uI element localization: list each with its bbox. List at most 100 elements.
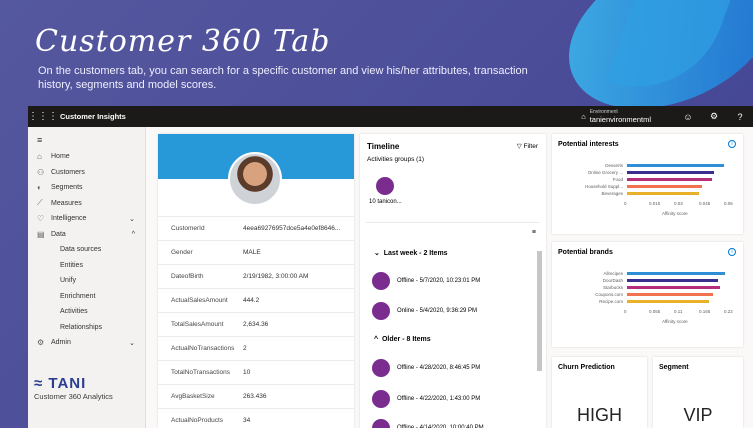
bar-label: Beverages [601,191,623,196]
tick-label: 0.165 [699,309,711,314]
segments-icon: ◐ [37,183,42,193]
avatar [228,152,282,206]
filter-button[interactable]: ▽ Filter [517,142,538,151]
smiley-icon[interactable]: ☺ [675,112,701,122]
sidebar-item-home[interactable]: ⌂ Home [28,149,145,165]
main-content: CustomerId 4eea69276957dce5a4e0ef8646... G… [146,127,753,428]
potential-interests-card: Potential interests i Desserts Online Gro… [552,134,743,234]
axis-label: Affinity score [662,211,688,216]
timeline-scrollbar[interactable] [537,251,542,371]
sidebar-item-data[interactable]: ▤ Data ^ [28,227,145,243]
gear-icon[interactable]: ⚙ [701,111,727,122]
attribute-row: Gender MALE [158,240,354,264]
attribute-key: ActualNoTransactions [171,345,235,352]
waffle-icon[interactable]: ⋮⋮⋮ [28,111,58,122]
timeline-item-label: Offline - 4/22/2020, 1:43:00 PM [397,396,481,402]
section-last-week[interactable]: ⌄ Last week - 2 Items [374,249,448,257]
bar [627,293,714,296]
sort-icon[interactable]: ≡ [532,229,536,236]
home-icon: ⌂ [37,152,42,162]
bar-label: Food [612,177,623,182]
timeline-item[interactable]: Offline - 5/7/2020, 10:23:01 PM [372,272,480,290]
tick-label: 0.22 [724,309,733,314]
attribute-row: TotalNoTransactions 10 [158,360,354,384]
timeline-item[interactable]: Online - 5/4/2020, 9:36:29 PM [372,302,477,320]
app-window: ⋮⋮⋮ Customer Insights ⌂ Environment tanie… [28,106,753,428]
help-icon[interactable]: ? [727,112,753,122]
sidebar-item-intelligence[interactable]: ♡ Intelligence ⌄ [28,211,145,227]
timeline-item[interactable]: Offline - 4/14/2020, 10:00:40 PM [372,419,484,428]
bar [627,286,721,289]
activity-icon [372,419,390,428]
attribute-key: Gender [171,249,193,256]
activity-group-label: 10 tanicon... [369,199,402,205]
bar [627,164,724,167]
sidebar-subitem-label: Enrichment [60,292,96,300]
attribute-row: DateofBirth 2/19/1982, 3:00:00 AM [158,264,354,288]
attribute-value: 34 [243,417,251,424]
sidebar-item-segments[interactable]: ◐ Segments [28,180,145,196]
attribute-key: ActualSalesAmount [171,297,228,304]
sidebar-subitem[interactable]: Entities [28,258,145,274]
chevron-up-icon: ^ [131,230,135,238]
section-older[interactable]: ^ Older - 8 Items [374,336,431,343]
sidebar-subitem[interactable]: Enrichment [28,289,145,305]
timeline-item-label: Offline - 5/7/2020, 10:23:01 PM [397,278,481,284]
hero-subtitle: On the customers tab, you can search for… [38,65,528,91]
timeline-item[interactable]: Offline - 4/28/2020, 8:46:45 PM [372,359,480,377]
churn-value: HIGH [577,405,622,425]
people-icon: ⚇ [37,167,45,177]
timeline-card: Timeline ▽ Filter Activities groups (1) 1… [360,134,546,428]
bulb-icon: ♡ [37,214,45,224]
brands-title: Potential brands [558,249,613,256]
bar [627,272,725,275]
sidebar-subitem-label: Activities [60,308,88,316]
hamburger-icon[interactable]: ≡ [28,127,145,149]
environment-icon: ⌂ [581,112,586,121]
segment-title: Segment [659,364,689,371]
sidebar-subitem-label: Data sources [60,246,102,254]
bar-label: Recipe.com [599,299,623,304]
sidebar-subitem[interactable]: Relationships [28,320,145,336]
attribute-value: 263.436 [243,393,267,400]
tick-label: 0.11 [674,309,683,314]
activity-group-icon[interactable] [376,177,394,195]
info-icon[interactable]: i [728,140,736,148]
attribute-value: 4eea69276957dce5a4e0ef8646... [243,225,341,232]
segment-card: Segment VIP [653,357,743,428]
sidebar-item-measures[interactable]: ⟋ Measures [28,196,145,212]
logo-tagline: Customer 360 Analytics [34,392,113,401]
sidebar-subitem[interactable]: Activities [28,304,145,320]
bar [627,178,712,181]
sidebar-item-label: Segments [51,184,83,192]
sidebar-item-label: Admin [51,339,71,347]
sidebar-item-label: Intelligence [51,215,87,223]
attribute-row: AvgBasketSize 263.436 [158,384,354,408]
timeline-title: Timeline [367,142,400,151]
top-bar: ⋮⋮⋮ Customer Insights ⌂ Environment tanie… [28,106,753,127]
data-icon: ▤ [37,229,45,239]
hero-title: Customer 360 Tab [35,24,331,59]
info-icon[interactable]: i [728,248,736,256]
attribute-value: 2,634.36 [243,321,269,328]
attribute-value: MALE [243,249,261,256]
bar-label: DoorDash [602,278,623,283]
attribute-key: ActualNoProducts [171,417,224,424]
timeline-item[interactable]: Offline - 4/22/2020, 1:43:00 PM [372,390,480,408]
section-label: Last week - 2 Items [383,250,448,257]
sidebar-subitem-label: Relationships [60,323,103,331]
sidebar-subitem-label: Unify [60,277,76,285]
sidebar-subitem[interactable]: Unify [28,273,145,289]
sidebar-item-customers[interactable]: ⚇ Customers [28,165,145,181]
attribute-row: TotalSalesAmount 2,634.36 [158,312,354,336]
attribute-key: TotalSalesAmount [171,321,224,328]
attribute-row: ActualSalesAmount 444.2 [158,288,354,312]
environment-picker[interactable]: ⌂ Environment tanienvironmentml [581,109,651,124]
churn-prediction-card: Churn Prediction HIGH [552,357,647,428]
activity-icon [372,359,390,377]
sidebar-item-admin[interactable]: ⚙ Admin ⌄ [28,335,145,351]
bar-label: Desserts [605,163,623,168]
activity-icon [372,302,390,320]
activities-groups-label: Activities groups (1) [367,156,425,163]
sidebar-subitem[interactable]: Data sources [28,242,145,258]
